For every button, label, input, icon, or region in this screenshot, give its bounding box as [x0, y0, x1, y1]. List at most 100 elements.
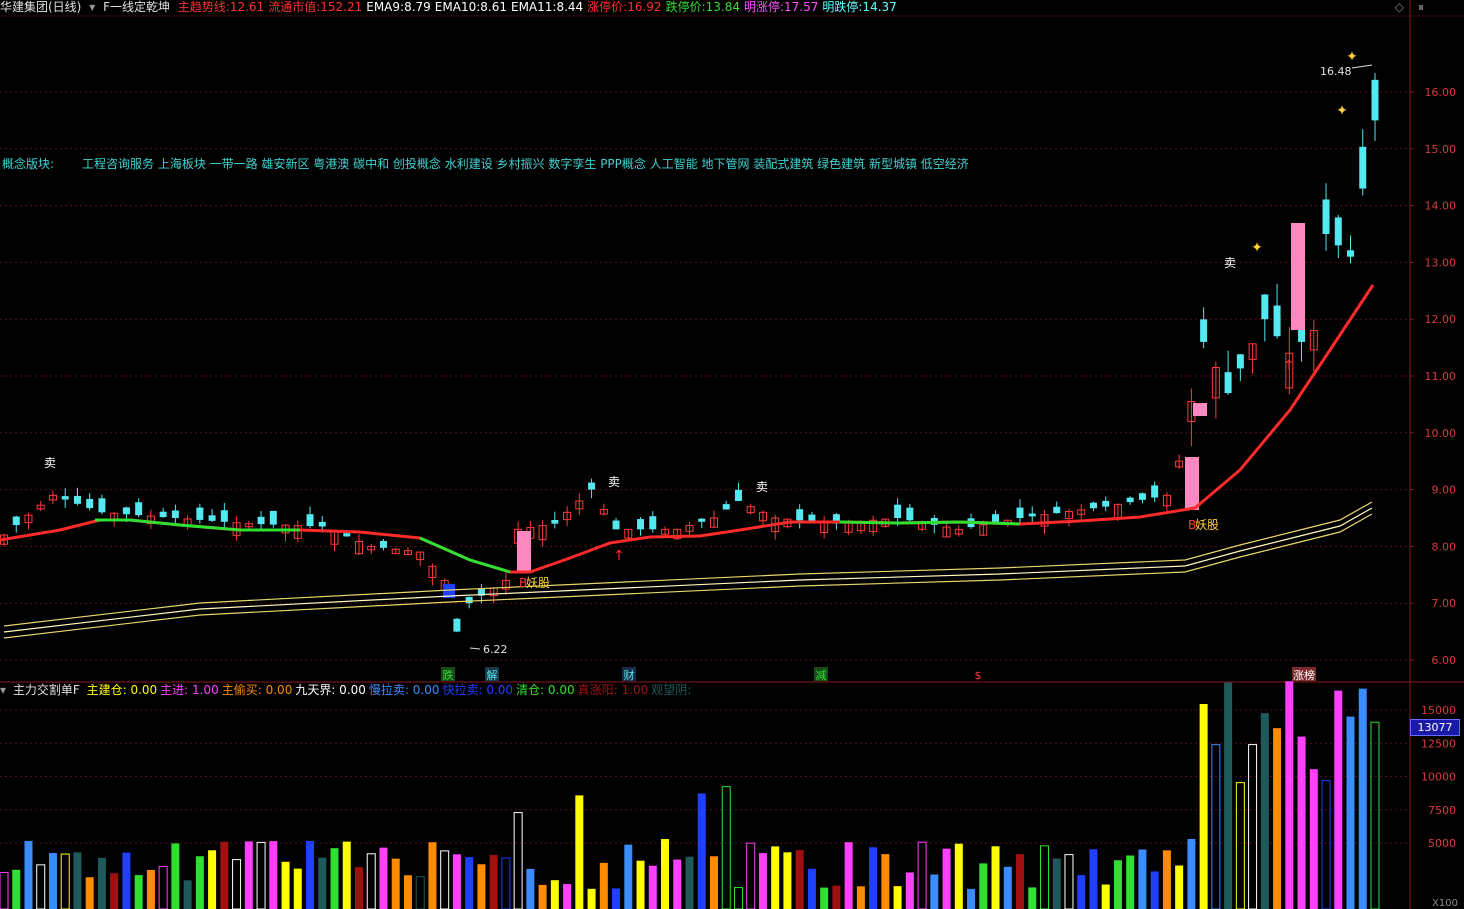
candle-body: [722, 504, 730, 510]
volume-bar: [807, 868, 816, 909]
volume-bar: [440, 850, 450, 909]
volume-bar: [342, 841, 351, 909]
butterfly-icon: ✦: [1336, 103, 1348, 119]
volume-bar: [110, 873, 119, 909]
volume-bar: [1297, 736, 1306, 909]
pink-candle: [1291, 223, 1305, 330]
volume-bar: [1101, 884, 1110, 909]
candle-body: [1224, 372, 1232, 394]
bottom-marker-1: 解: [487, 668, 498, 682]
trend-line-green-2: [419, 536, 511, 574]
volume-bar: [1358, 688, 1367, 909]
volume-bar: [256, 841, 266, 909]
candle-body: [1126, 497, 1134, 503]
volume-bar: [293, 868, 302, 909]
candle-body: [1273, 305, 1281, 337]
candle-body: [465, 596, 473, 604]
sub-item-2: 主偷买: 0.00: [221, 683, 293, 697]
volume-bar: [599, 862, 608, 909]
candle-body: [1200, 319, 1208, 342]
volume-bar: [354, 867, 363, 909]
volume-tick-label: 12500: [1421, 737, 1456, 750]
volume-bar: [489, 854, 498, 909]
volume-bar: [146, 869, 155, 909]
volume-bar: [1150, 871, 1159, 909]
volume-bar: [415, 876, 425, 909]
volume-bar: [244, 841, 253, 909]
price-chart[interactable]: 16.00 15.00 14.00 13.00 12.00 11.00 10.00 9.00 8…: [0, 0, 1464, 909]
candle-body: [306, 514, 314, 527]
volume-bar: [709, 856, 718, 909]
volume-bar: [403, 875, 412, 909]
volume-bar: [183, 880, 192, 909]
volume-bar: [318, 857, 327, 909]
sell-marker: 卖: [756, 480, 768, 494]
candle-body: [649, 516, 657, 530]
volume-tick-label: 7500: [1428, 804, 1456, 817]
volume-bar: [636, 860, 645, 909]
candle-body: [796, 509, 804, 521]
volume-bar: [60, 853, 70, 909]
up-arrow-icon: ↑: [613, 548, 625, 564]
volume-bar: [1016, 854, 1025, 909]
volume-bar: [1077, 875, 1086, 909]
candle-body: [269, 510, 277, 525]
candle-body: [98, 498, 106, 513]
volume-bar: [1113, 860, 1122, 909]
candle-body: [1236, 354, 1244, 369]
bottom-marker-3: 减: [816, 669, 827, 682]
volume-bar: [856, 886, 865, 909]
volume-bar: [1211, 744, 1221, 909]
sub-item-3: 九天界: 0.00: [295, 683, 366, 697]
volume-bar: [563, 883, 572, 909]
volume-bar: [648, 865, 657, 909]
volume-bar: [1199, 704, 1208, 909]
candle-body: [12, 516, 20, 526]
candle-body: [1261, 294, 1269, 320]
sub-collapse-icon[interactable]: ▾: [0, 683, 6, 697]
price-tick-label: 10.00: [1425, 427, 1457, 440]
volume-bar: [587, 888, 596, 909]
volume-bar: [869, 847, 878, 909]
candle-body: [1371, 79, 1379, 121]
volume-bar: [1321, 780, 1331, 909]
volume-bar: [220, 841, 229, 909]
volume-bar: [391, 858, 400, 909]
volume-bar: [12, 869, 21, 909]
candle-body: [1322, 199, 1330, 234]
volume-bar: [477, 864, 486, 909]
sell-marker: 卖: [608, 475, 620, 489]
volume-bar: [97, 857, 106, 909]
volume-bar: [281, 861, 290, 909]
ema-line-11: [3, 513, 1373, 639]
volume-bar: [1309, 769, 1318, 909]
demon-stock-label: 妖股: [526, 576, 550, 590]
sub-item-4: 慢拉卖: 0.00: [368, 683, 440, 697]
candle-body: [992, 514, 1000, 523]
candle-body: [734, 489, 742, 501]
sub-item-6: 清仓: 0.00: [516, 683, 575, 697]
volume-bar: [893, 886, 902, 909]
volume-bar: [917, 841, 927, 909]
price-tick-label: 9.00: [1432, 484, 1457, 497]
volume-bar: [721, 786, 731, 909]
candle-body: [612, 520, 620, 530]
volume-bar: [195, 856, 204, 909]
candle-body: [318, 521, 326, 527]
volume-bar: [0, 871, 9, 909]
volume-bar: [134, 875, 143, 909]
volume-bar: [513, 812, 523, 909]
sub-title[interactable]: 主力交割单F: [13, 683, 80, 697]
volume-bar: [979, 863, 988, 909]
candle-body: [1347, 250, 1355, 257]
volume-bar: [795, 850, 804, 909]
volume-bar: [942, 848, 951, 909]
volume-bar: [1089, 849, 1098, 909]
volume-bar: [844, 842, 853, 909]
volume-bar: [624, 844, 633, 909]
candle-body: [1102, 500, 1110, 507]
volume-bar: [1334, 690, 1343, 909]
bottom-marker-5: 涨榜: [1293, 668, 1315, 682]
bottom-marker-0: 跌: [443, 668, 454, 682]
volume-bar: [954, 843, 963, 909]
